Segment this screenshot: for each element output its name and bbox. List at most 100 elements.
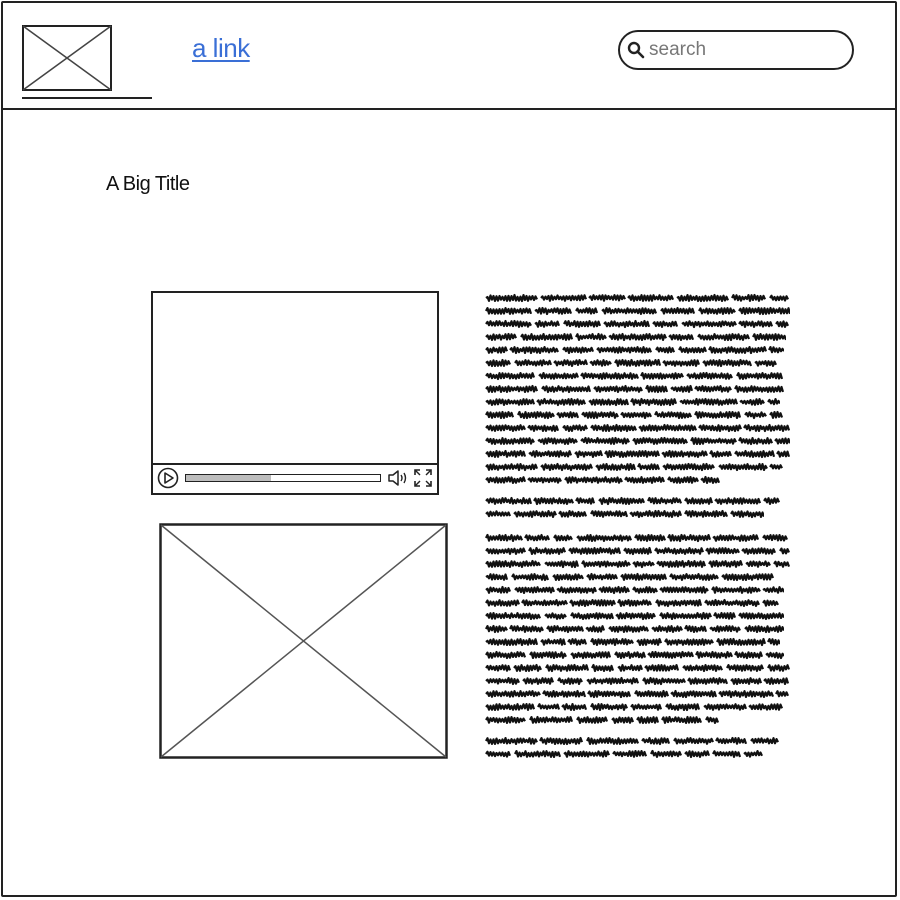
- scribble-word: [731, 678, 761, 684]
- page-title: A Big Title: [106, 173, 189, 196]
- text-line: [484, 661, 794, 674]
- scribble-word: [621, 413, 651, 418]
- scribble-word: [625, 477, 664, 483]
- scribble-word: [486, 412, 513, 418]
- scribble-word: [695, 412, 740, 418]
- scribble-word: [486, 334, 516, 340]
- scribble-word: [541, 639, 565, 645]
- scribble-word: [696, 652, 732, 658]
- scribble-word: [633, 587, 657, 593]
- scribble-word: [599, 587, 629, 593]
- scribble-word: [687, 373, 732, 379]
- text-line: [484, 291, 794, 304]
- scribble-word: [739, 613, 784, 619]
- scribble-word: [486, 373, 534, 379]
- scribble-word: [486, 561, 540, 567]
- scribble-word: [749, 704, 782, 709]
- scribble-word: [486, 665, 510, 670]
- scribble-word: [775, 438, 790, 443]
- text-line: [484, 747, 794, 760]
- scribble-word: [486, 639, 537, 645]
- scribble-word: [713, 751, 740, 757]
- scribble-word: [563, 348, 593, 353]
- scribble-word: [529, 548, 565, 554]
- scribble-word: [774, 562, 789, 567]
- scribble-word: [751, 738, 778, 743]
- scribble-word: [753, 334, 786, 340]
- scribble-word: [564, 321, 600, 327]
- scribble-word: [546, 665, 588, 671]
- scribble-word: [563, 425, 587, 431]
- scribble-word: [569, 548, 620, 554]
- video-progress-bar[interactable]: [185, 474, 381, 482]
- scribble-word: [637, 717, 658, 723]
- text-line: [484, 317, 794, 330]
- scribble-word: [570, 600, 615, 606]
- scribble-word: [685, 626, 706, 632]
- scribble-word: [631, 705, 661, 710]
- scribble-word: [599, 498, 644, 504]
- scribble-word: [528, 478, 561, 483]
- scribble-word: [543, 691, 585, 697]
- scribble-word: [682, 321, 736, 327]
- scribble-word: [731, 511, 764, 517]
- nav-link[interactable]: a link: [192, 33, 250, 64]
- text-line: [484, 596, 794, 609]
- text-line: [484, 408, 794, 421]
- search-input[interactable]: [649, 39, 839, 61]
- scribble-word: [486, 613, 540, 619]
- scribble-word: [591, 704, 627, 710]
- scribble-word: [529, 451, 571, 457]
- scribble-word: [764, 498, 779, 504]
- text-line: [484, 622, 794, 635]
- scribble-word: [523, 678, 553, 684]
- scribble-word: [768, 639, 780, 644]
- scribble-word: [486, 464, 537, 470]
- scribble-word: [656, 347, 674, 352]
- scribble-word: [591, 425, 636, 431]
- text-line: [484, 570, 794, 583]
- text-line: [484, 557, 794, 570]
- scribble-word: [609, 626, 648, 632]
- scribble-word: [554, 536, 572, 541]
- scribble-word: [744, 425, 789, 431]
- scribble-word: [514, 511, 556, 517]
- search-box[interactable]: [618, 30, 854, 70]
- scribble-word: [486, 308, 531, 314]
- scribble-word: [594, 386, 642, 392]
- scribble-word: [770, 465, 782, 469]
- scribble-word: [515, 587, 554, 593]
- scribble-word: [739, 438, 772, 444]
- scribble-word: [541, 464, 592, 470]
- scribble-word: [486, 535, 522, 541]
- logo-image-placeholder-icon[interactable]: [22, 25, 112, 91]
- scribble-word: [665, 639, 713, 645]
- scribble-word: [662, 451, 707, 457]
- play-icon[interactable]: [157, 467, 179, 489]
- scribble-word: [660, 613, 711, 619]
- logo-underline: [22, 97, 152, 99]
- scribble-word: [568, 639, 586, 645]
- fullscreen-icon[interactable]: [413, 468, 433, 488]
- scribble-word: [709, 561, 742, 567]
- scribble-word: [719, 691, 773, 697]
- scribble-word: [562, 704, 586, 710]
- scribble-word: [740, 399, 764, 405]
- text-line: [484, 395, 794, 408]
- scribble-word: [769, 347, 784, 352]
- scribble-word: [521, 334, 572, 340]
- video-player[interactable]: [151, 291, 439, 495]
- volume-icon[interactable]: [387, 468, 409, 488]
- scribble-word: [661, 308, 694, 314]
- scribble-word: [592, 665, 613, 671]
- scribble-word: [486, 511, 510, 516]
- scribble-word: [538, 438, 577, 444]
- scribble-word: [486, 738, 537, 744]
- scribble-word: [577, 535, 631, 541]
- scribble-word: [553, 574, 583, 579]
- scribble-word: [671, 386, 692, 392]
- scribble-word: [589, 295, 625, 301]
- scribble-word: [695, 386, 731, 391]
- scribble-word: [663, 360, 699, 366]
- scribble-word: [486, 360, 510, 366]
